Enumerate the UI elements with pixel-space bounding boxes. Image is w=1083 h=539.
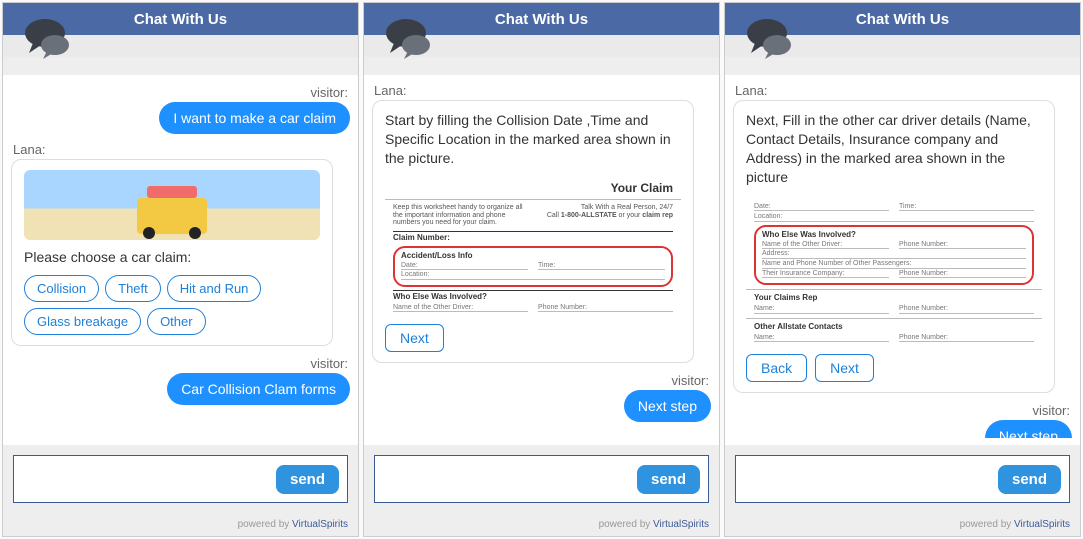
header-title: Chat With Us <box>856 11 949 28</box>
chat-area[interactable]: Lana: Start by filling the Collision Dat… <box>364 75 719 445</box>
brand-link[interactable]: VirtualSpirits <box>653 519 709 530</box>
chat-bubbles-icon <box>743 17 799 61</box>
chip-other[interactable]: Other <box>147 308 206 335</box>
chat-widget-2: Chat With Us Lana: Start by filling the … <box>363 2 720 537</box>
user-message: Car Collision Clam forms <box>167 373 350 405</box>
header-title: Chat With Us <box>495 11 588 28</box>
bot-label: Lana: <box>374 83 711 98</box>
bot-label: Lana: <box>13 142 350 157</box>
user-message: I want to make a car claim <box>159 102 350 134</box>
chat-area[interactable]: visitor: I want to make a car claim Lana… <box>3 75 358 445</box>
brand-link[interactable]: VirtualSpirits <box>292 519 348 530</box>
chip-theft[interactable]: Theft <box>105 275 161 302</box>
footer: powered by VirtualSpirits <box>364 513 719 536</box>
next-button[interactable]: Next <box>385 324 444 352</box>
send-button[interactable]: send <box>276 465 339 494</box>
next-button[interactable]: Next <box>815 354 874 382</box>
chat-bubbles-icon <box>21 17 77 61</box>
input-area: send <box>364 445 719 513</box>
send-button[interactable]: send <box>998 465 1061 494</box>
bot-message: Start by filling the Collision Date ,Tim… <box>372 100 694 363</box>
footer: powered by VirtualSpirits <box>725 513 1080 536</box>
form-title: Your Claim <box>393 182 673 195</box>
chip-glass-breakage[interactable]: Glass breakage <box>24 308 141 335</box>
instruction-text: Next, Fill in the other car driver detai… <box>746 111 1042 187</box>
chat-widget-1: Chat With Us visitor: I want to make a c… <box>2 2 359 537</box>
bot-message: Next, Fill in the other car driver detai… <box>733 100 1055 393</box>
message-input[interactable]: send <box>374 455 709 503</box>
input-area: send <box>3 445 358 513</box>
brand-link[interactable]: VirtualSpirits <box>1014 519 1070 530</box>
claim-form-image: Your Claim Keep this worksheet handy to … <box>385 176 681 319</box>
highlighted-section: Accident/Loss Info Date:Time: Location: <box>393 246 673 287</box>
footer: powered by VirtualSpirits <box>3 513 358 536</box>
visitor-label: visitor: <box>733 403 1070 418</box>
visitor-label: visitor: <box>372 373 709 388</box>
claim-form-image: Date:Time: Location: Who Else Was Involv… <box>746 195 1042 349</box>
chip-collision[interactable]: Collision <box>24 275 99 302</box>
back-button[interactable]: Back <box>746 354 807 382</box>
chat-widget-3: Chat With Us Lana: Next, Fill in the oth… <box>724 2 1081 537</box>
chip-row: Collision Theft Hit and Run Glass breaka… <box>24 275 320 335</box>
instruction-text: Start by filling the Collision Date ,Tim… <box>385 111 681 168</box>
message-input[interactable]: send <box>13 455 348 503</box>
bot-label: Lana: <box>735 83 1072 98</box>
visitor-label: visitor: <box>11 85 348 100</box>
user-message-partial: Next step <box>985 420 1072 438</box>
input-area: send <box>725 445 1080 513</box>
send-button[interactable]: send <box>637 465 700 494</box>
header-title: Chat With Us <box>134 11 227 28</box>
chat-area[interactable]: Lana: Next, Fill in the other car driver… <box>725 75 1080 445</box>
prompt-text: Please choose a car claim: <box>24 248 320 267</box>
visitor-label: visitor: <box>11 356 348 371</box>
chat-bubbles-icon <box>382 17 438 61</box>
message-input[interactable]: send <box>735 455 1070 503</box>
bot-message: Please choose a car claim: Collision The… <box>11 159 333 346</box>
user-message: Next step <box>624 390 711 422</box>
highlighted-section: Who Else Was Involved? Name of the Other… <box>754 225 1034 286</box>
car-image <box>24 170 320 240</box>
chip-hit-and-run[interactable]: Hit and Run <box>167 275 262 302</box>
